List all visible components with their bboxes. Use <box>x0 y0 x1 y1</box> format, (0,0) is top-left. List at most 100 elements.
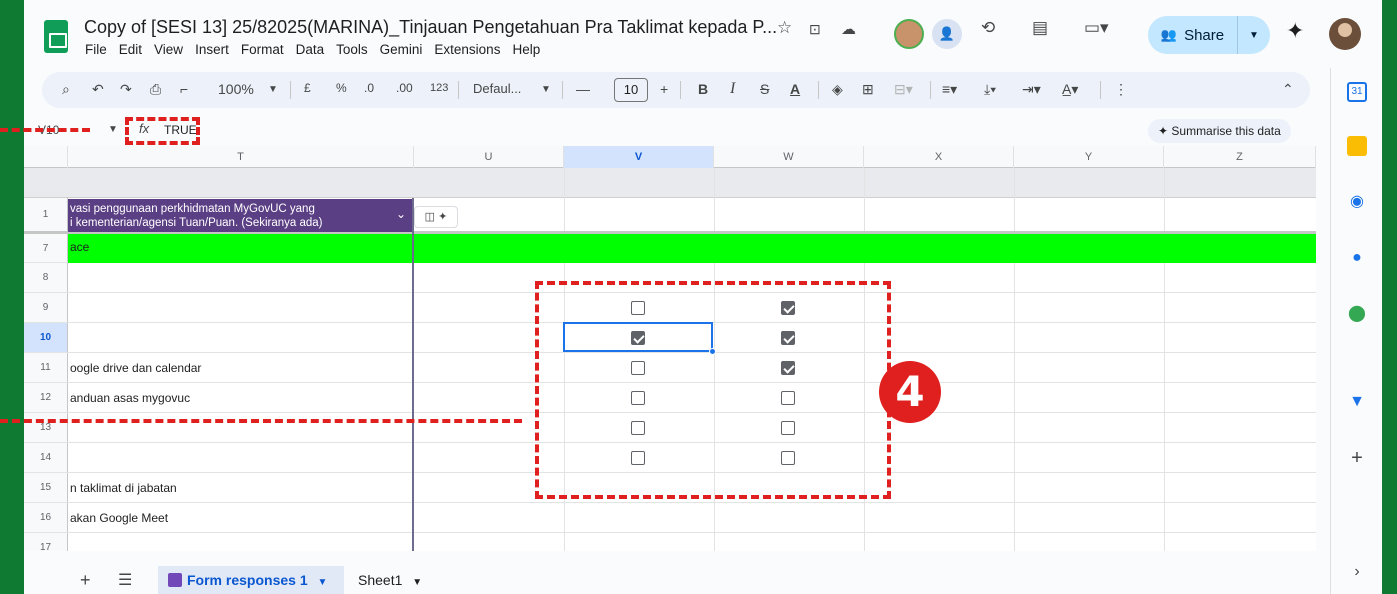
text-rotation-icon[interactable]: A̲▾ <box>1062 81 1078 98</box>
history-icon[interactable]: ⟲ <box>981 18 995 38</box>
share-button[interactable]: 👥 Share ▼ <box>1148 16 1270 54</box>
menu-gemini[interactable]: Gemini <box>380 42 423 57</box>
question-header-cell[interactable]: vasi penggunaan perkhidmatan MyGovUC yan… <box>68 199 414 232</box>
document-title[interactable]: Copy of [SESI 13] 25/82025(MARINA)_Tinja… <box>84 17 777 38</box>
share-main[interactable]: 👥 Share <box>1148 16 1238 54</box>
column-header-selected[interactable]: V <box>564 146 714 168</box>
sheets-logo-icon[interactable] <box>44 20 68 53</box>
bold-button[interactable]: B <box>698 81 708 97</box>
select-all-corner[interactable] <box>24 146 68 168</box>
menu-help[interactable]: Help <box>512 42 540 57</box>
fill-color-icon[interactable]: ◈ <box>832 81 843 98</box>
tasks-icon[interactable]: ◉ <box>1347 192 1367 212</box>
row-header[interactable]: 13 <box>24 413 68 442</box>
menu-extensions[interactable]: Extensions <box>434 42 500 57</box>
chevron-down-icon[interactable]: ▼ <box>412 577 422 588</box>
menu-format[interactable]: Format <box>241 42 284 57</box>
cell-text[interactable]: ace <box>70 240 89 254</box>
collaborator-avatar[interactable]: 👤 <box>932 19 962 49</box>
decrease-font-size-icon[interactable]: — <box>576 81 590 97</box>
row-header[interactable]: 17 <box>24 533 68 551</box>
tab-form-responses-1[interactable]: Form responses 1 ▼ <box>158 566 344 594</box>
get-addons-icon[interactable]: ▼ <box>1347 392 1367 412</box>
column-chip-button[interactable]: ◫ ✦ <box>414 206 458 228</box>
column-header[interactable]: W <box>714 146 864 168</box>
menu-file[interactable]: File <box>85 42 107 57</box>
share-dropdown-icon[interactable]: ▼ <box>1238 30 1270 41</box>
strikethrough-button[interactable]: S <box>760 81 769 97</box>
menu-data[interactable]: Data <box>296 42 325 57</box>
gemini-icon[interactable]: ✦ <box>1286 18 1304 44</box>
row-header[interactable]: 15 <box>24 473 68 502</box>
undo-icon[interactable]: ↶ <box>92 81 104 98</box>
menu-view[interactable]: View <box>154 42 183 57</box>
cloud-status-icon[interactable]: ☁ <box>841 20 856 38</box>
menu-tools[interactable]: Tools <box>336 42 368 57</box>
text-wrapping-icon[interactable]: ⇥▾ <box>1022 81 1041 98</box>
menu-edit[interactable]: Edit <box>119 42 142 57</box>
menu-insert[interactable]: Insert <box>195 42 229 57</box>
account-avatar[interactable] <box>1329 18 1361 50</box>
italic-button[interactable]: I <box>730 80 735 98</box>
cell-text[interactable]: oogle drive dan calendar <box>70 361 410 375</box>
row-header[interactable]: 9 <box>24 293 68 322</box>
add-icon[interactable]: + <box>1347 448 1367 468</box>
decrease-decimal-button[interactable]: .0 <box>364 81 374 95</box>
row-header[interactable]: 14 <box>24 443 68 472</box>
chevron-down-icon[interactable]: ▼ <box>318 577 328 588</box>
text-color-button[interactable]: A <box>790 81 800 97</box>
row-header[interactable]: 12 <box>24 383 68 412</box>
row-header[interactable]: 11 <box>24 353 68 382</box>
search-icon[interactable]: ⌕ <box>62 81 70 98</box>
collapse-toolbar-icon[interactable]: ⌃ <box>1282 81 1294 98</box>
row-header[interactable]: 1 <box>24 198 68 231</box>
row-header[interactable]: 8 <box>24 263 68 292</box>
percent-format-button[interactable]: % <box>336 81 347 95</box>
paint-format-icon[interactable]: ⌐ <box>180 81 188 97</box>
currency-format-button[interactable]: £ <box>304 81 311 95</box>
cell-text[interactable]: anduan asas mygovuc <box>70 391 410 405</box>
cell-text[interactable]: akan Google Meet <box>70 511 410 525</box>
increase-decimal-button[interactable]: .00 <box>396 81 413 95</box>
maps-icon[interactable]: ⬤ <box>1347 304 1367 324</box>
keep-icon[interactable] <box>1347 136 1367 156</box>
row-header[interactable]: 16 <box>24 503 68 532</box>
zoom-dropdown-icon[interactable]: ▼ <box>268 84 278 95</box>
row-header-selected[interactable]: 10 <box>24 323 68 352</box>
contacts-icon[interactable]: ● <box>1347 248 1367 268</box>
collaborator-avatar[interactable] <box>894 19 924 49</box>
add-sheet-icon[interactable]: + <box>80 570 91 591</box>
column-header[interactable]: Y <box>1014 146 1164 168</box>
font-select[interactable]: Defaul... <box>473 81 521 96</box>
chevron-right-icon[interactable]: › <box>1347 562 1367 582</box>
star-icon[interactable]: ☆ <box>777 18 792 38</box>
column-header[interactable]: U <box>414 146 564 168</box>
more-formats-button[interactable]: 123 <box>430 82 448 94</box>
meet-icon[interactable]: ▭▾ <box>1084 18 1109 38</box>
print-icon[interactable]: ⎙ <box>150 81 161 98</box>
summarise-data-button[interactable]: ✦ Summarise this data <box>1148 119 1291 143</box>
calendar-icon[interactable]: 31 <box>1347 82 1367 102</box>
row-header[interactable]: 7 <box>24 234 68 262</box>
column-header[interactable]: Z <box>1164 146 1316 168</box>
chevron-down-icon[interactable]: ⌄ <box>396 207 406 221</box>
column-header[interactable]: T <box>68 146 414 168</box>
frozen-column-divider[interactable] <box>412 198 414 551</box>
increase-font-size-icon[interactable]: + <box>660 81 668 97</box>
tab-sheet1[interactable]: Sheet1 ▼ <box>358 566 422 594</box>
name-box-dropdown-icon[interactable]: ▼ <box>108 124 118 135</box>
cell-text[interactable]: n taklimat di jabatan <box>70 481 410 495</box>
all-sheets-icon[interactable]: ☰ <box>118 570 132 590</box>
horizontal-align-icon[interactable]: ≡▾ <box>942 81 957 98</box>
move-folder-icon[interactable]: ⊡ <box>809 21 821 38</box>
borders-icon[interactable]: ⊞ <box>862 81 874 98</box>
comment-icon[interactable]: ▤ <box>1032 18 1048 38</box>
redo-icon[interactable]: ↷ <box>120 81 132 98</box>
font-dropdown-icon[interactable]: ▼ <box>541 84 551 95</box>
more-options-icon[interactable]: ⋮ <box>1114 81 1128 98</box>
column-header[interactable]: X <box>864 146 1014 168</box>
zoom-select[interactable]: 100% <box>218 81 254 97</box>
font-size-input[interactable]: 10 <box>614 78 648 102</box>
merge-cells-icon[interactable]: ⊟▾ <box>894 81 913 98</box>
vertical-align-icon[interactable]: ⤓▾ <box>984 81 996 98</box>
